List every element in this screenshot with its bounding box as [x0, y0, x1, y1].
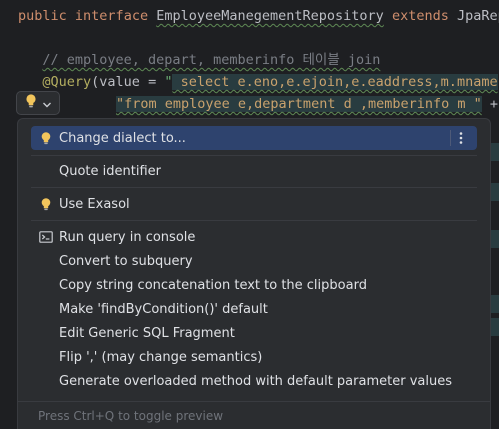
code-peek [491, 183, 499, 201]
annotation: @Query [42, 74, 92, 90]
menu-item-flip-comma[interactable]: Flip ',' (may change semantics) [31, 345, 477, 369]
menu-item-label: Change dialect to... [59, 130, 186, 146]
menu-item-quote-identifier[interactable]: Quote identifier [31, 159, 477, 183]
code-comment: // employee, depart, memberinfo 테이블 join [42, 52, 381, 68]
more-vertical-icon[interactable] [450, 130, 467, 146]
intention-actions-popup: Change dialect to... Quote identifier Us… [17, 118, 491, 429]
lightbulb-icon [39, 197, 53, 211]
menu-item-change-dialect[interactable]: Change dialect to... [31, 126, 477, 150]
console-icon [39, 230, 53, 244]
interface-name: EmployeeManegementRepository [156, 8, 384, 24]
menu-item-label: Generate overloaded method with default … [59, 373, 452, 389]
menu-separator [31, 187, 477, 188]
menu-item-label: Convert to subquery [59, 253, 193, 269]
code-text: + [481, 96, 499, 112]
lightbulb-icon [24, 93, 38, 113]
code-line-interface: public interface EmployeeManegementRepos… [18, 7, 499, 25]
code-text: (value = [91, 74, 165, 90]
menu-item-label: Flip ',' (may change semantics) [59, 349, 263, 365]
sql-fragment: "from employee e,department d ,memberinf… [116, 96, 482, 112]
sql-fragment: select e.eno,e.ejoin,e.eaddress,m.mname [172, 74, 498, 90]
menu-item-make-default[interactable]: Make 'findByCondition()' default [31, 297, 477, 321]
keyword: extends [391, 8, 449, 24]
code-line-query: @Query(value = " select e.eno,e.ejoin,e.… [18, 73, 498, 91]
menu-separator [31, 220, 477, 221]
code-peek [491, 318, 499, 336]
menu-item-label: Quote identifier [59, 163, 161, 179]
keyword: public [18, 8, 67, 24]
menu-item-edit-sql-fragment[interactable]: Edit Generic SQL Fragment [31, 321, 477, 345]
menu-item-label: Run query in console [59, 229, 196, 245]
code-line-from: "from employee e,department d ,memberinf… [116, 95, 498, 113]
menu-item-label: Use Exasol [59, 196, 130, 212]
code-line-comment: // employee, depart, memberinfo 테이블 join [18, 51, 380, 69]
menu-separator [31, 155, 477, 156]
chevron-down-icon [42, 94, 52, 113]
menu-item-label: Edit Generic SQL Fragment [59, 325, 235, 341]
superinterface-name: JpaRepo [456, 8, 499, 24]
keyword: interface [74, 8, 149, 24]
menu-item-label: Make 'findByCondition()' default [59, 301, 268, 317]
menu-item-convert-to-subquery[interactable]: Convert to subquery [31, 249, 477, 273]
menu-item-generate-overloaded-method[interactable]: Generate overloaded method with default … [31, 369, 477, 393]
lightbulb-icon [39, 131, 53, 145]
menu-item-use-exasol[interactable]: Use Exasol [31, 192, 477, 216]
popup-footer: Press Ctrl+Q to toggle preview [18, 401, 490, 429]
code-peek [491, 295, 499, 313]
menu-item-copy-string-concatenation[interactable]: Copy string concatenation text to the cl… [31, 273, 477, 297]
menu-item-label: Copy string concatenation text to the cl… [59, 277, 367, 293]
footer-hint: Press Ctrl+Q to toggle preview [38, 408, 224, 423]
quick-fix-button[interactable] [16, 91, 60, 115]
menu-item-run-query-in-console[interactable]: Run query in console [31, 225, 477, 249]
code-peek [491, 230, 499, 248]
code-peek [491, 143, 499, 161]
